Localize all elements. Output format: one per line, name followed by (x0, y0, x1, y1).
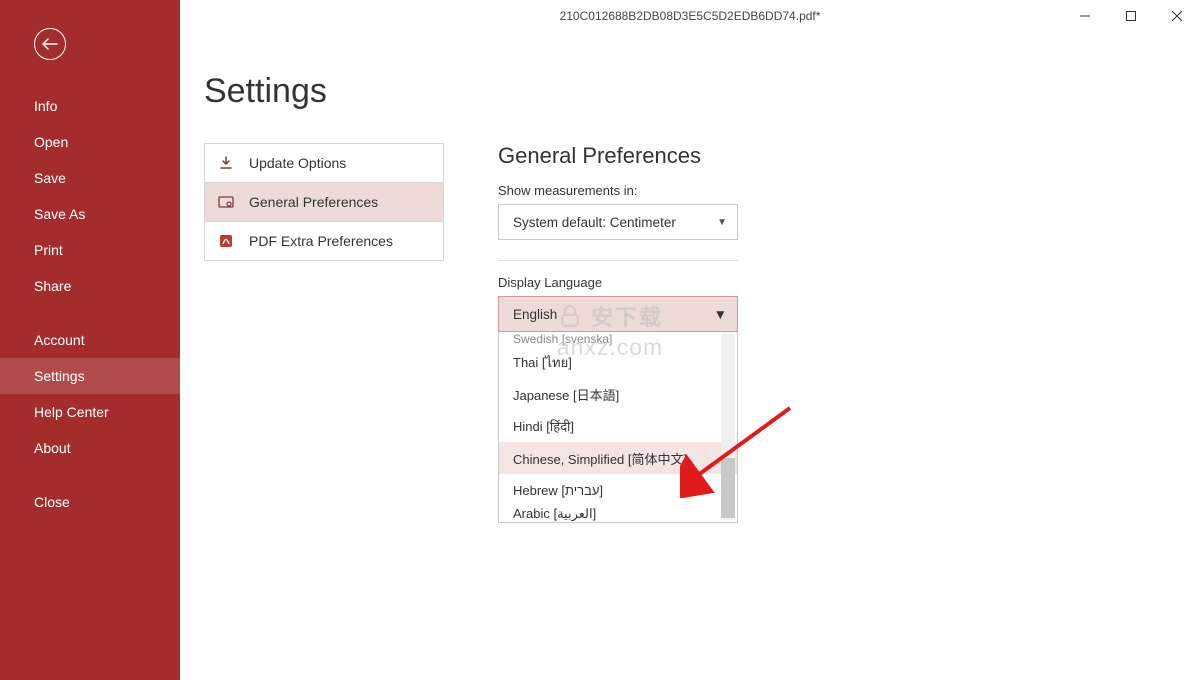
language-label: Display Language (498, 275, 918, 290)
sidebar-item-help-center[interactable]: Help Center (0, 394, 180, 430)
language-option-hebrew[interactable]: Hebrew [עברית] (499, 474, 737, 506)
sidebar-item-settings[interactable]: Settings (0, 358, 180, 394)
nav-update-options[interactable]: Update Options (204, 143, 444, 183)
language-option-chinese-simplified[interactable]: Chinese, Simplified [简体中文] (499, 442, 737, 474)
preferences-panel: General Preferences Show measurements in… (498, 143, 918, 523)
sidebar-item-save[interactable]: Save (0, 160, 180, 196)
maximize-button[interactable] (1108, 0, 1154, 32)
language-select[interactable]: English ▼ Swedish [svenska] Thai [ไทย] J… (498, 296, 738, 523)
sidebar-item-close[interactable]: Close (0, 484, 180, 520)
language-option-hindi[interactable]: Hindi [हिंदी] (499, 410, 737, 442)
sidebar-item-about[interactable]: About (0, 430, 180, 466)
divider (498, 260, 738, 261)
language-option-japanese[interactable]: Japanese [日本語] (499, 378, 737, 410)
nav-item-label: PDF Extra Preferences (249, 233, 393, 249)
main-content: Settings Update Options General Preferen… (180, 32, 1200, 680)
nav-general-preferences[interactable]: General Preferences (204, 182, 444, 222)
settings-nav: Update Options General Preferences PDF E… (204, 143, 444, 523)
chevron-down-icon: ▼ (717, 217, 727, 228)
language-option[interactable]: Arabic [العربية] (499, 506, 737, 522)
measurements-label: Show measurements in: (498, 183, 918, 198)
language-option-thai[interactable]: Thai [ไทย] (499, 346, 737, 378)
sidebar-item-open[interactable]: Open (0, 124, 180, 160)
sidebar-item-info[interactable]: Info (0, 88, 180, 124)
gear-icon (217, 193, 235, 211)
sidebar-item-account[interactable]: Account (0, 322, 180, 358)
nav-item-label: General Preferences (249, 194, 378, 210)
language-dropdown: Swedish [svenska] Thai [ไทย] Japanese [日… (498, 332, 738, 523)
minimize-button[interactable] (1062, 0, 1108, 32)
window-controls (1062, 0, 1200, 32)
sidebar-item-save-as[interactable]: Save As (0, 196, 180, 232)
language-selected[interactable]: English ▼ (498, 296, 738, 332)
sidebar-item-print[interactable]: Print (0, 232, 180, 268)
close-button[interactable] (1154, 0, 1200, 32)
language-option[interactable]: Swedish [svenska] (499, 332, 737, 346)
pdf-icon (217, 232, 235, 250)
title-bar: 210C012688B2DB08D3E5C5D2EDB6DD74.pdf* (180, 0, 1200, 32)
scrollbar-thumb[interactable] (721, 458, 735, 518)
sidebar: Info Open Save Save As Print Share Accou… (0, 0, 180, 680)
document-title: 210C012688B2DB08D3E5C5D2EDB6DD74.pdf* (560, 9, 821, 23)
nav-item-label: Update Options (249, 155, 346, 171)
nav-pdf-extra-preferences[interactable]: PDF Extra Preferences (204, 221, 444, 261)
chevron-down-icon: ▼ (714, 307, 727, 322)
page-title: Settings (204, 72, 1160, 111)
measurements-value: System default: Centimeter (513, 215, 676, 230)
back-button[interactable] (34, 28, 66, 60)
download-icon (217, 154, 235, 172)
sidebar-item-share[interactable]: Share (0, 268, 180, 304)
language-value: English (513, 307, 557, 322)
measurements-select[interactable]: System default: Centimeter ▼ (498, 204, 738, 240)
preferences-title: General Preferences (498, 143, 918, 169)
